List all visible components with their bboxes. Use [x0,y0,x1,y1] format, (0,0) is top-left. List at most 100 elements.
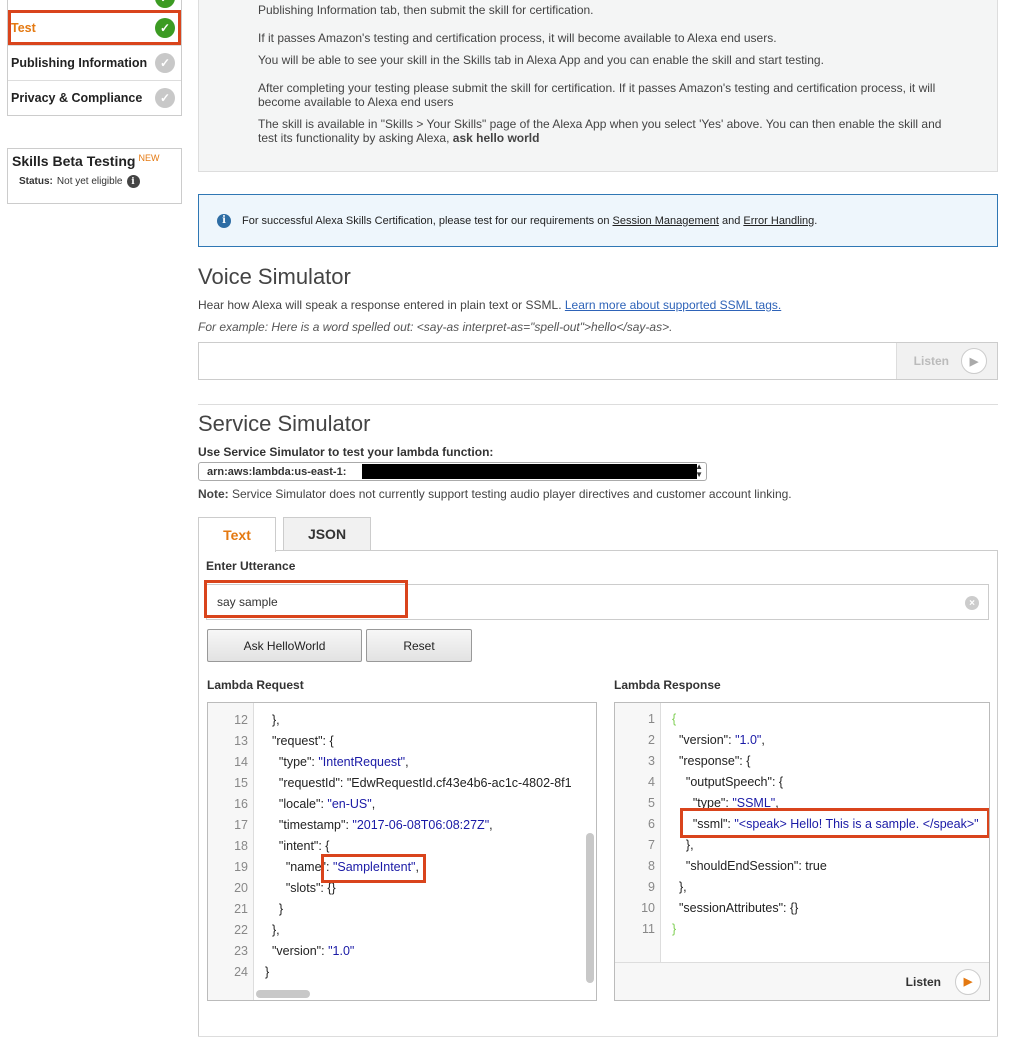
line-number: 9 [648,879,655,894]
line-number: 13 [234,733,248,748]
section-divider [198,404,998,405]
line-number: 10 [641,900,655,915]
line-number: 20 [234,880,248,895]
highlight-box [321,854,426,883]
notice-text-part: . [814,214,818,227]
lambda-request-editor[interactable]: 12 }, 13 "request": {14 "type": "IntentRe… [207,702,597,1001]
code-text: "requestId": "EdwRequestId.cf43e4b6-ac1c… [278,775,572,790]
code-line: 14 "type": "IntentRequest", [208,751,409,772]
code-line: 20 "slots": {} [208,877,336,898]
line-number: 19 [234,859,248,874]
tab-json[interactable]: JSON [283,517,371,551]
info-icon[interactable]: i [126,175,140,188]
sidebar-item-privacy-compliance[interactable]: Privacy & Compliance ✓ [8,80,181,115]
code-text: } [672,921,677,936]
code-text: }, [672,879,687,894]
line-number: 4 [648,774,655,789]
check-icon: ✓ [155,18,175,38]
check-icon: ✓ [155,53,175,73]
voice-listen-button[interactable]: Listen ▶ [896,343,997,379]
description-text: Hear how Alexa will speak a response ent… [198,298,565,312]
highlight-box [680,808,989,838]
sidebar: ✓ Test ✓ Publishing Information ✓ Privac… [7,0,182,204]
voice-simulator-input[interactable]: Listen ▶ [198,342,998,380]
lambda-response-label: Lambda Response [614,678,721,692]
code-text: } [265,964,270,979]
session-management-link[interactable]: Session Management [613,215,719,227]
code-line: 11} [615,918,676,939]
sidebar-item-label: Publishing Information [11,56,148,70]
code-line: 4 "outputSpeech": { [615,771,783,792]
lambda-arn-select[interactable]: arn:aws:lambda:us-east-1: ▲ ▼ [198,462,707,481]
horizontal-scrollbar[interactable] [256,990,310,998]
status-value: Not yet eligible [56,176,123,187]
test-info-panel: Publishing Information tab, then submit … [198,0,998,172]
beta-title: Skills Beta Testing NEW [12,153,177,169]
sidebar-item-test[interactable]: Test ✓ [8,10,181,45]
ssml-tags-link[interactable]: Learn more about supported SSML tags. [565,298,781,312]
new-badge: NEW [138,153,160,163]
code-line: 24} [208,961,269,982]
line-number: 17 [234,817,248,832]
sidebar-item-publishing-information[interactable]: Publishing Information ✓ [8,45,181,80]
tab-text[interactable]: Text [198,517,276,552]
note-text: Service Simulator does not currently sup… [228,487,792,501]
code-text: }, [265,922,280,937]
code-line: 1{ [615,708,676,729]
info-text-part: The skill is available in "Skills > Your… [258,117,942,145]
code-text: "version": "1.0" [271,943,355,958]
lambda-request-label: Lambda Request [207,678,304,692]
code-line: 21 } [208,898,283,919]
line-number: 1 [648,711,655,726]
service-simulator-subtitle: Use Service Simulator to test your lambd… [198,445,494,459]
code-text: "shouldEndSession": true [685,858,827,873]
clear-icon[interactable]: × [965,596,979,610]
code-line: 9 }, [615,876,687,897]
line-number: 23 [234,943,248,958]
main-content: Publishing Information tab, then submit … [198,0,998,1037]
info-text: Publishing Information tab, then submit … [258,3,594,17]
listen-label: Listen [913,354,949,368]
sidebar-item-previous[interactable]: ✓ [8,0,181,10]
line-number: 15 [234,775,248,790]
response-listen-button[interactable]: Listen ▶ [615,962,989,1000]
code-line: 22 }, [208,919,280,940]
code-line: 10 "sessionAttributes": {} [615,897,798,918]
service-simulator-title: Service Simulator [198,411,371,436]
invocation-phrase: ask hello world [452,131,540,145]
line-number: 8 [648,858,655,873]
voice-simulator-example: For example: Here is a word spelled out:… [198,320,673,334]
ask-helloworld-button[interactable]: Ask HelloWorld [207,629,362,662]
sidebar-item-label: Privacy & Compliance [11,91,143,105]
lambda-response-editor[interactable]: 1{2 "version": "1.0", 3 "response": {4 "o… [614,702,990,1001]
play-icon: ▶ [955,968,981,995]
line-number: 2 [648,732,655,747]
code-line: 15 "requestId": "EdwRequestId.cf43e4b6-a… [208,772,572,793]
code-text: }, [265,712,280,727]
code-text: "request": { [271,733,334,748]
code-text: "type": "IntentRequest", [278,754,409,769]
vertical-scrollbar[interactable] [586,833,594,983]
beta-status: Status: Not yet eligible i [12,175,177,188]
code-line: 16 "locale": "en-US", [208,793,375,814]
code-line: 18 "intent": { [208,835,329,856]
info-text: The skill is available in "Skills > Your… [258,117,948,145]
line-number: 6 [648,816,655,831]
check-icon: ✓ [155,0,175,8]
notice-text-part: and [718,214,744,227]
status-label: Status: [19,176,53,187]
info-icon: i [217,213,231,228]
code-text: { [672,711,677,726]
reset-button[interactable]: Reset [366,629,472,662]
code-line: 13 "request": { [208,730,334,751]
code-line: 2 "version": "1.0", [615,729,765,750]
error-handling-link[interactable]: Error Handling [743,215,814,227]
line-number: 11 [642,921,655,936]
line-number: 5 [648,795,655,810]
info-text: You will be able to see your skill in th… [258,53,824,67]
info-text: If it passes Amazon's testing and certif… [258,31,777,45]
code-text: "timestamp": "2017-06-08T06:08:27Z", [278,817,493,832]
line-number: 24 [234,964,248,979]
line-number: 22 [234,922,248,937]
select-arrows-icon: ▲ ▼ [695,462,703,479]
